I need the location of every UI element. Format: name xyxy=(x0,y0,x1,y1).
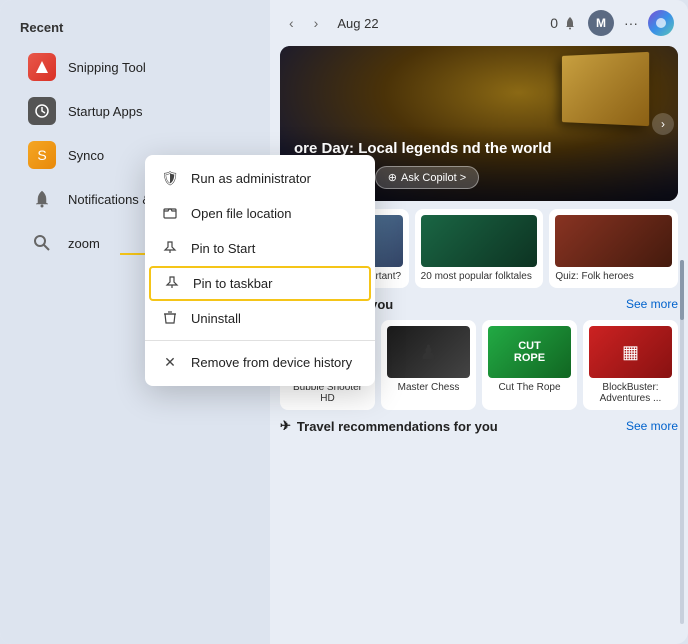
game-label-block: BlockBuster: Adventures ... xyxy=(589,382,672,404)
run-admin-icon: 🛡 xyxy=(161,170,179,187)
context-pin-start-label: Pin to Start xyxy=(191,241,255,256)
travel-icon: ✈ xyxy=(280,418,291,434)
game-card-cut-rope[interactable]: CUTROPE Cut The Rope xyxy=(482,320,577,410)
context-uninstall[interactable]: Uninstall xyxy=(145,301,375,336)
context-pin-start[interactable]: Pin to Start xyxy=(145,231,375,266)
hero-book-decoration xyxy=(562,52,649,126)
game-image-chess: ♟ xyxy=(387,326,470,378)
top-bar: ‹ › Aug 22 0 M ··· xyxy=(270,0,688,46)
context-menu: 🛡 Run as administrator Open file locatio… xyxy=(145,155,375,386)
context-open-location[interactable]: Open file location xyxy=(145,196,375,231)
sidebar-item-label: Snipping Tool xyxy=(68,60,146,75)
context-uninstall-label: Uninstall xyxy=(191,311,241,326)
travel-section-title: ✈ Travel recommendations for you xyxy=(280,418,498,434)
top-icons: 0 M ··· xyxy=(550,10,674,36)
snipping-tool-icon xyxy=(28,53,56,81)
game-label-chess: Master Chess xyxy=(387,382,470,393)
nav-back-button[interactable]: ‹ xyxy=(284,13,299,33)
hero-next-button[interactable]: › xyxy=(652,113,674,135)
context-run-admin[interactable]: 🛡 Run as administrator xyxy=(145,161,375,196)
game-card-master-chess[interactable]: ♟ Master Chess xyxy=(381,320,476,410)
nav-forward-button[interactable]: › xyxy=(309,13,324,33)
small-card-label-2: Quiz: Folk heroes xyxy=(555,271,672,282)
notifications-badge-button[interactable]: 0 xyxy=(550,15,578,31)
pin-start-icon xyxy=(161,240,179,257)
copilot-small-icon: ⊕ xyxy=(388,171,397,184)
sidebar-item-label: Startup Apps xyxy=(68,104,142,119)
startup-apps-icon xyxy=(28,97,56,125)
sidebar-item-label: Notifications & xyxy=(68,192,151,207)
hero-copilot-button[interactable]: ⊕ Ask Copilot > xyxy=(375,166,479,189)
sidebar-item-startup-apps[interactable]: Startup Apps xyxy=(8,89,262,133)
uninstall-icon xyxy=(161,310,179,327)
sidebar-item-snipping-tool[interactable]: Snipping Tool xyxy=(8,45,262,89)
start-menu: Recent Snipping Tool Startup Apps xyxy=(0,0,688,644)
avatar[interactable]: M xyxy=(588,10,614,36)
scroll-track xyxy=(680,260,684,624)
open-location-icon xyxy=(161,205,179,222)
context-pin-taskbar[interactable]: Pin to taskbar xyxy=(149,266,371,301)
small-card-image-2 xyxy=(555,215,672,267)
sidebar-item-label: Synco xyxy=(68,148,104,163)
small-card-image-1 xyxy=(421,215,538,267)
small-card-2[interactable]: Quiz: Folk heroes xyxy=(549,209,678,288)
game-image-block: ▦ xyxy=(589,326,672,378)
small-card-1[interactable]: 20 most popular folktales xyxy=(415,209,544,288)
game-card-blockbuster[interactable]: ▦ BlockBuster: Adventures ... xyxy=(583,320,678,410)
travel-section: ✈ Travel recommendations for you See mor… xyxy=(280,418,678,434)
notifications-icon xyxy=(28,185,56,213)
synco-icon: S xyxy=(28,141,56,169)
remove-history-icon: ✕ xyxy=(161,354,179,371)
travel-see-more[interactable]: See more xyxy=(626,419,678,433)
small-card-label-1: 20 most popular folktales xyxy=(421,271,538,282)
games-see-more[interactable]: See more xyxy=(626,297,678,311)
sidebar-item-label: zoom xyxy=(68,236,100,251)
pin-taskbar-icon xyxy=(163,275,181,292)
context-pin-taskbar-label: Pin to taskbar xyxy=(193,276,273,291)
context-run-admin-label: Run as administrator xyxy=(191,171,311,186)
more-options-button[interactable]: ··· xyxy=(624,15,638,31)
context-remove-history[interactable]: ✕ Remove from device history xyxy=(145,345,375,380)
game-label-rope: Cut The Rope xyxy=(488,382,571,393)
zoom-icon xyxy=(28,229,56,257)
scroll-thumb[interactable] xyxy=(680,260,684,320)
context-remove-history-label: Remove from device history xyxy=(191,355,352,370)
sidebar-header: Recent xyxy=(0,16,270,45)
copilot-icon[interactable] xyxy=(648,10,674,36)
game-image-rope: CUTROPE xyxy=(488,326,571,378)
date-label: Aug 22 xyxy=(337,16,378,31)
context-menu-divider xyxy=(145,340,375,341)
context-open-location-label: Open file location xyxy=(191,206,291,221)
